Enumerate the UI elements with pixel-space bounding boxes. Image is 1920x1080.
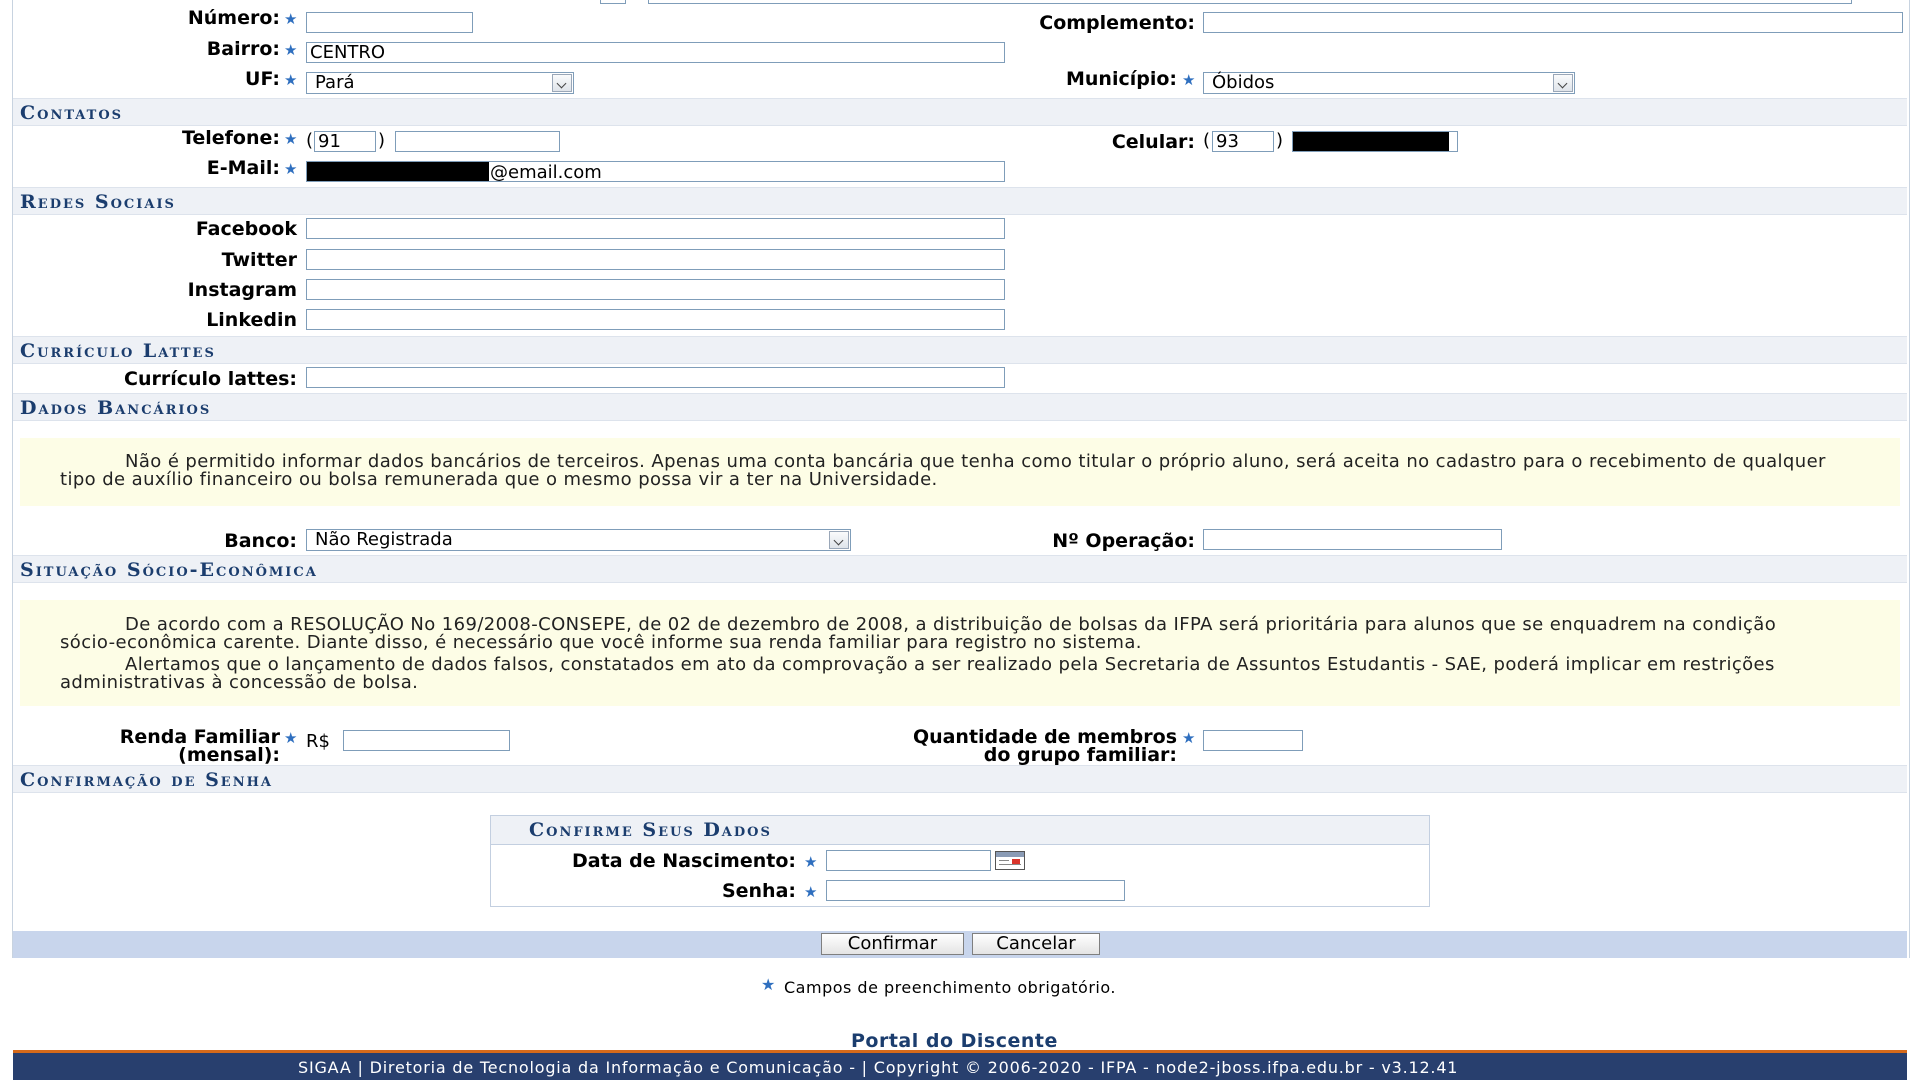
section-title: Situação Sócio-Econômica — [20, 559, 318, 581]
municipio-selected-value: Óbidos — [1212, 72, 1275, 93]
uf-label: UF: — [245, 68, 280, 90]
section-title: Dados Bancários — [20, 397, 212, 419]
required-star-icon: ★ — [284, 160, 298, 178]
telefone-close-paren: ) — [378, 130, 386, 151]
senha-label: Senha: — [721, 880, 796, 902]
renda-label-line2: (mensal): — [178, 744, 280, 766]
section-title: Contatos — [20, 102, 124, 124]
banco-label: Banco: — [224, 530, 297, 552]
bairro-label: Bairro: — [206, 38, 280, 60]
currency-label: R$ — [306, 731, 330, 752]
required-star-icon: ★ — [284, 130, 298, 148]
bank-info-notice: Não é permitido informar dados bancários… — [20, 438, 1900, 506]
required-star-icon: ★ — [284, 729, 298, 747]
redacted-block — [1293, 132, 1449, 151]
section-dados-bancarios: Dados Bancários — [13, 393, 1907, 421]
socioeconomic-notice: De acordo com a RESOLUÇÃO No 169/2008-CO… — [20, 600, 1900, 706]
telefone-ddd-input[interactable] — [314, 131, 376, 152]
complemento-input[interactable] — [1203, 12, 1903, 33]
numero-input[interactable] — [306, 12, 473, 33]
confirm-box-header: Confirme Seus Dados — [491, 816, 1429, 845]
cancelar-button[interactable]: Cancelar — [972, 933, 1100, 955]
section-title: Redes Sociais — [20, 191, 176, 213]
complemento-label: Complemento: — [1039, 12, 1195, 34]
membros-input[interactable] — [1203, 730, 1303, 751]
section-confirmacao-senha: Confirmação de Senha — [13, 765, 1907, 793]
chevron-down-icon[interactable] — [552, 74, 572, 92]
linkedin-label: Linkedin — [206, 309, 297, 331]
linkedin-input[interactable] — [306, 309, 1005, 330]
uf-select[interactable]: Pará — [306, 72, 574, 94]
instagram-label: Instagram — [187, 279, 297, 301]
numero-label: Número: — [187, 7, 280, 29]
cut-off-input[interactable] — [648, 0, 1852, 4]
required-star-icon: ★ — [284, 10, 298, 28]
cut-off-select[interactable] — [600, 0, 626, 4]
facebook-label: Facebook — [195, 218, 297, 240]
nascimento-label: Data de Nascimento: — [572, 850, 796, 872]
operacao-label: Nº Operação: — [1052, 530, 1195, 552]
portal-discente-link[interactable]: Portal do Discente — [851, 1030, 1058, 1052]
renda-input[interactable] — [343, 730, 510, 751]
telefone-number-input[interactable] — [395, 131, 560, 152]
email-suffix: @email.com — [490, 162, 602, 183]
banco-select[interactable]: Não Registrada — [306, 529, 851, 551]
section-contatos: Contatos — [13, 98, 1907, 126]
calendar-icon[interactable] — [995, 851, 1025, 870]
celular-label: Celular: — [1111, 131, 1195, 153]
section-redes-sociais: Redes Sociais — [13, 187, 1907, 215]
twitter-label: Twitter — [221, 249, 297, 271]
redacted-block — [307, 162, 489, 181]
municipio-select[interactable]: Óbidos — [1203, 72, 1575, 94]
nascimento-input[interactable] — [826, 850, 991, 871]
section-title: Confirmação de Senha — [20, 769, 273, 791]
required-star-icon: ★ — [761, 975, 776, 994]
section-curriculo-lattes: Currículo Lattes — [13, 336, 1907, 364]
section-title: Currículo Lattes — [20, 340, 216, 362]
operacao-input[interactable] — [1203, 529, 1502, 550]
required-star-icon: ★ — [1182, 71, 1196, 89]
required-star-icon: ★ — [284, 71, 298, 89]
celular-close-paren: ) — [1276, 130, 1284, 151]
instagram-input[interactable] — [306, 279, 1005, 300]
required-star-icon: ★ — [284, 41, 298, 59]
footer-bar: SIGAA | Diretoria de Tecnologia da Infor… — [13, 1050, 1907, 1080]
required-star-icon: ★ — [1182, 729, 1196, 747]
facebook-input[interactable] — [306, 218, 1005, 239]
required-star-icon: ★ — [804, 883, 818, 901]
email-label: E-Mail: — [206, 157, 280, 179]
curriculo-lattes-label: Currículo lattes: — [124, 368, 297, 390]
email-input[interactable]: @email.com — [306, 161, 1005, 183]
socioeconomic-text-2: Alertamos que o lançamento de dados fals… — [60, 654, 1775, 693]
telefone-label: Telefone: — [181, 127, 280, 149]
twitter-input[interactable] — [306, 249, 1005, 270]
celular-ddd-input[interactable] — [1212, 131, 1274, 152]
chevron-down-icon[interactable] — [829, 531, 849, 549]
required-fields-note: Campos de preenchimento obrigatório. — [784, 978, 1116, 997]
senha-input[interactable] — [826, 880, 1125, 901]
bank-info-text: Não é permitido informar dados bancários… — [60, 451, 1826, 490]
bairro-input[interactable] — [306, 42, 1005, 63]
section-situacao-socio-economica: Situação Sócio-Econômica — [13, 555, 1907, 583]
uf-selected-value: Pará — [315, 72, 355, 93]
membros-label-line2: do grupo familiar: — [983, 744, 1177, 766]
municipio-label: Município: — [1065, 68, 1177, 90]
celular-open-paren: ( — [1203, 130, 1211, 151]
footer-text: SIGAA | Diretoria de Tecnologia da Infor… — [298, 1058, 1459, 1077]
confirmar-button[interactable]: Confirmar — [821, 933, 964, 955]
required-star-icon: ★ — [804, 853, 818, 871]
socioeconomic-text-1: De acordo com a RESOLUÇÃO No 169/2008-CO… — [60, 614, 1777, 653]
confirm-box-title: Confirme Seus Dados — [529, 819, 772, 841]
banco-selected-value: Não Registrada — [315, 529, 453, 550]
celular-number-input[interactable] — [1292, 131, 1458, 152]
chevron-down-icon[interactable] — [1553, 74, 1573, 92]
curriculo-lattes-input[interactable] — [306, 367, 1005, 388]
telefone-open-paren: ( — [306, 130, 314, 151]
